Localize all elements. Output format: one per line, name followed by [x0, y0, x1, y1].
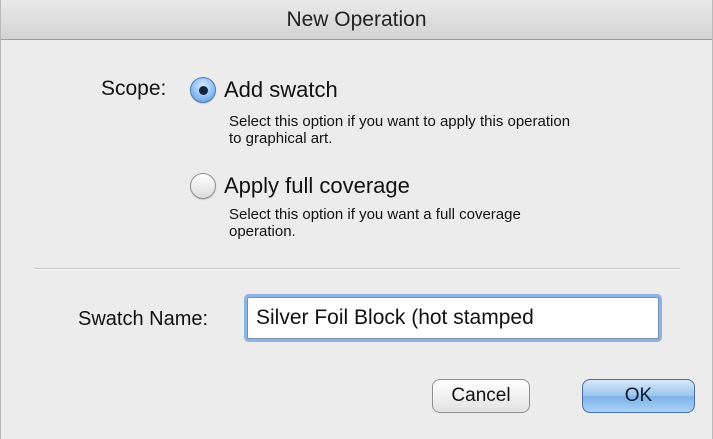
window-title: New Operation — [286, 8, 427, 31]
apply-full-coverage-option[interactable]: Apply full coverage — [190, 173, 410, 199]
divider — [34, 268, 680, 270]
add-swatch-option[interactable]: Add swatch — [190, 77, 338, 103]
apply-full-coverage-radio[interactable] — [190, 173, 216, 199]
apply-full-coverage-description: Select this option if you want a full co… — [229, 206, 699, 240]
add-swatch-description: Select this option if you want to apply … — [229, 113, 699, 147]
swatch-name-label: Swatch Name: — [78, 308, 209, 330]
add-swatch-description-line1: Select this option if you want to apply … — [229, 113, 571, 130]
swatch-name-input[interactable] — [247, 297, 659, 339]
radio-selected-dot-icon — [199, 86, 208, 95]
apply-full-coverage-label[interactable]: Apply full coverage — [224, 173, 410, 199]
apply-full-coverage-description-line1: Select this option if you want a full co… — [229, 206, 521, 223]
add-swatch-description-line2: to graphical art. — [229, 130, 333, 147]
ok-button[interactable]: OK — [582, 379, 695, 413]
title-bar[interactable]: New Operation — [1, 0, 712, 40]
add-swatch-label[interactable]: Add swatch — [224, 77, 338, 103]
scope-label: Scope: — [101, 77, 167, 100]
apply-full-coverage-description-line2: operation. — [229, 223, 296, 240]
add-swatch-radio[interactable] — [190, 77, 216, 103]
cancel-button[interactable]: Cancel — [432, 379, 530, 413]
new-operation-dialog: New Operation Scope: Add swatch Select t… — [0, 0, 713, 439]
